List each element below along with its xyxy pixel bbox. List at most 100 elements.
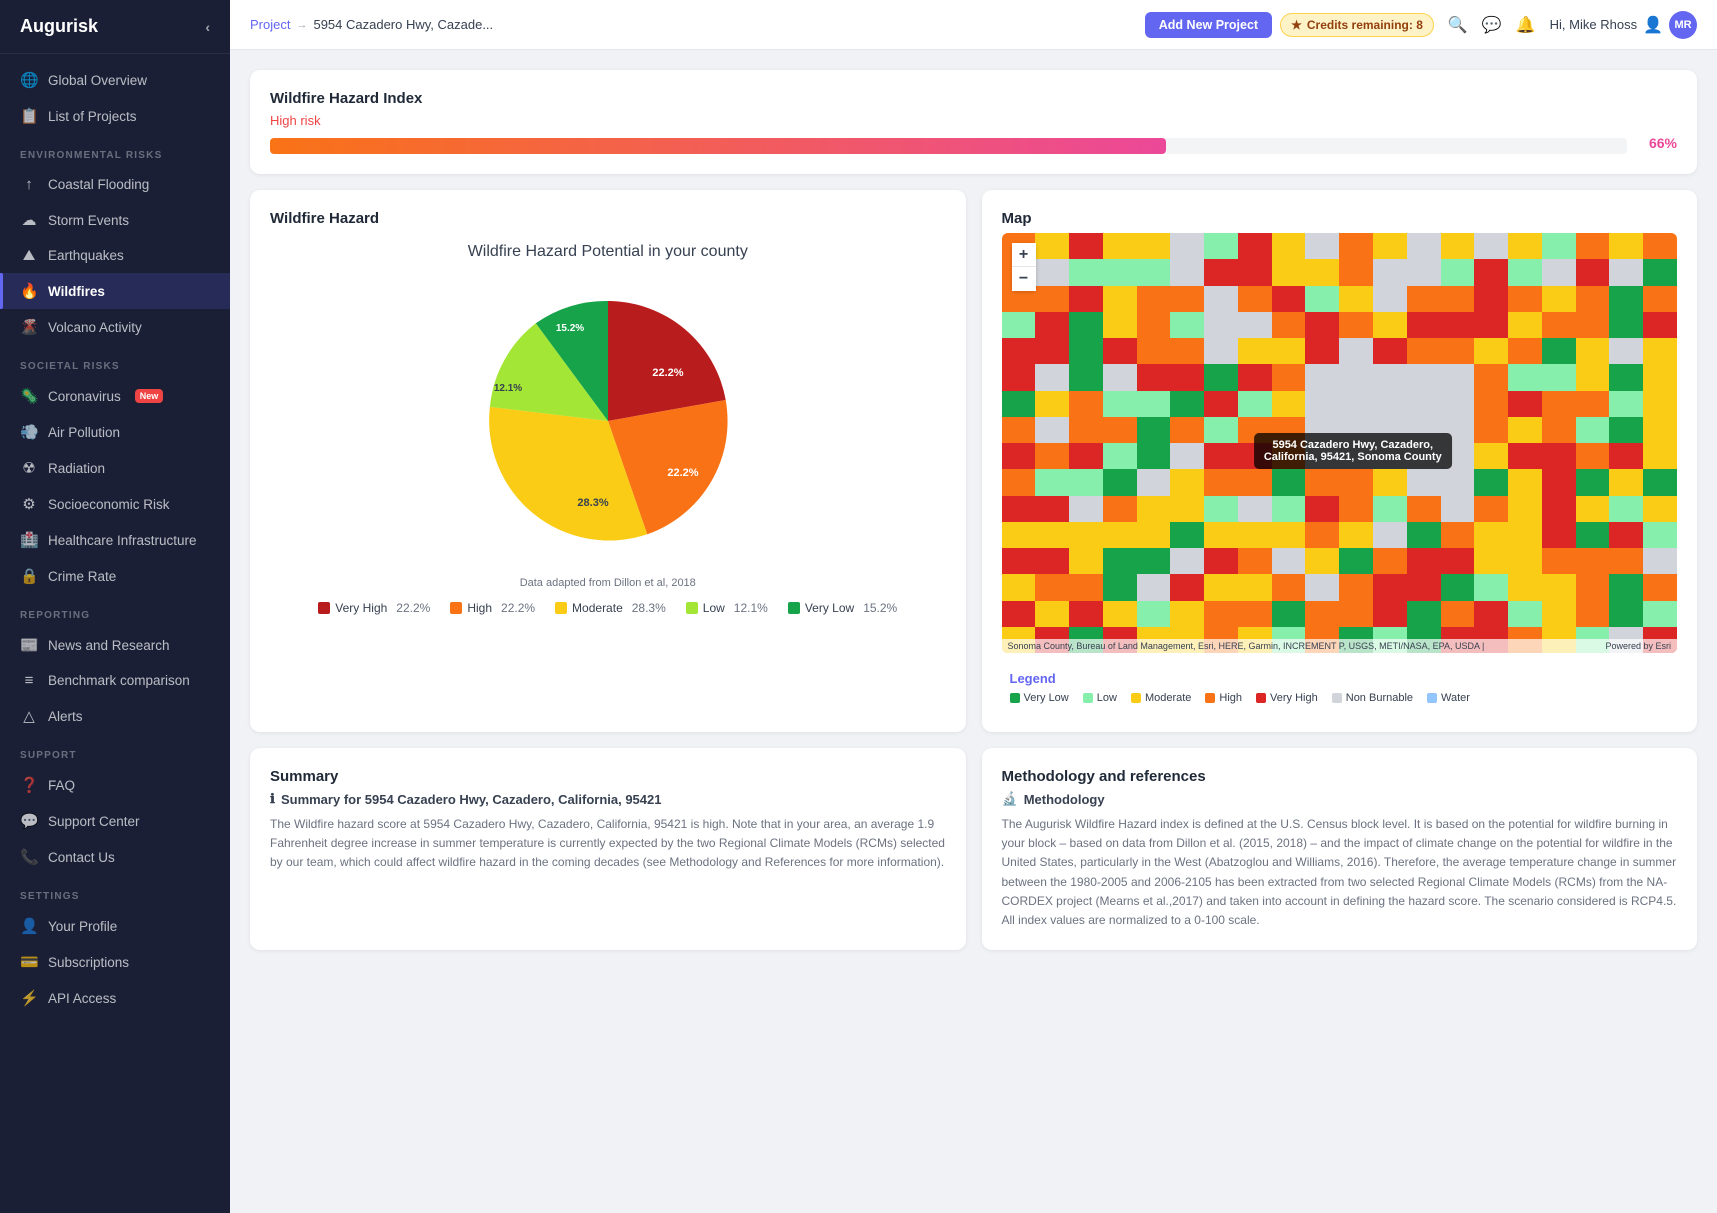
map-cell	[1474, 574, 1508, 600]
map-cell	[1542, 233, 1576, 259]
map-cell	[1373, 601, 1407, 627]
map-cell	[1609, 417, 1643, 443]
zoom-in-button[interactable]: +	[1012, 243, 1036, 267]
sidebar-item-label: List of Projects	[48, 109, 137, 124]
sidebar-item-your-profile[interactable]: 👤 Your Profile	[0, 908, 230, 944]
sidebar-item-socioeconomic-risk[interactable]: ⚙ Socioeconomic Risk	[0, 486, 230, 522]
sidebar-item-coastal-flooding[interactable]: ↑ Coastal Flooding	[0, 167, 230, 202]
sidebar-item-list-of-projects[interactable]: 📋 List of Projects	[0, 98, 230, 134]
sidebar-item-label: Coastal Flooding	[48, 177, 149, 192]
map-cell	[1035, 286, 1069, 312]
sidebar-item-api-access[interactable]: ⚡ API Access	[0, 980, 230, 1016]
map-legend-label-veryhigh: Very High	[1270, 692, 1318, 704]
zoom-out-button[interactable]: −	[1012, 267, 1036, 291]
map-cell	[1576, 364, 1610, 390]
sidebar-item-support-center[interactable]: 💬 Support Center	[0, 803, 230, 839]
map-cell	[1407, 417, 1441, 443]
map-cell	[1407, 259, 1441, 285]
map-cell	[1609, 601, 1643, 627]
bell-icon[interactable]: 🔔	[1516, 15, 1536, 35]
map-cell	[1542, 574, 1576, 600]
map-cell	[1474, 364, 1508, 390]
sidebar-item-volcano-activity[interactable]: 🌋 Volcano Activity	[0, 309, 230, 345]
map-cell	[1441, 443, 1475, 469]
map-cell	[1305, 496, 1339, 522]
map-cell	[1103, 364, 1137, 390]
map-cell	[1508, 574, 1542, 600]
map-cell	[1305, 469, 1339, 495]
map-cell	[1137, 233, 1171, 259]
map-cell	[1407, 522, 1441, 548]
sidebar-item-label: Volcano Activity	[48, 320, 142, 335]
sidebar-item-news-research[interactable]: 📰 News and Research	[0, 627, 230, 663]
legend-value-moderate: 28.3%	[632, 601, 666, 615]
sidebar-item-earthquakes[interactable]: ⛰ Earthquakes	[0, 238, 230, 273]
map-cell	[1204, 469, 1238, 495]
sidebar-item-crime-rate[interactable]: 🔒 Crime Rate	[0, 558, 230, 594]
map-grid	[1002, 233, 1678, 653]
sidebar-item-healthcare-infrastructure[interactable]: 🏥 Healthcare Infrastructure	[0, 522, 230, 558]
sidebar-item-radiation[interactable]: ☢ Radiation	[0, 450, 230, 486]
sidebar-item-label: API Access	[48, 991, 116, 1006]
map-cell	[1305, 417, 1339, 443]
map-cell	[1576, 522, 1610, 548]
info-icon: ℹ	[270, 791, 275, 807]
sidebar-item-label: Subscriptions	[48, 955, 129, 970]
map-legend-label-moderate: Moderate	[1145, 692, 1191, 704]
map-cell	[1238, 443, 1272, 469]
map-cell	[1609, 548, 1643, 574]
coronavirus-icon: 🦠	[20, 387, 38, 405]
breadcrumb-project[interactable]: Project	[250, 17, 290, 32]
map-legend-item-veryhigh: Very High	[1256, 692, 1318, 704]
sidebar-item-label: Storm Events	[48, 213, 129, 228]
map-container[interactable]: + − 5954 Cazadero Hwy, Cazadero,Californ…	[1002, 233, 1678, 653]
sidebar-item-alerts[interactable]: △ Alerts	[0, 698, 230, 734]
map-cell	[1137, 417, 1171, 443]
sidebar-item-storm-events[interactable]: ☁ Storm Events	[0, 202, 230, 238]
pie-label-moderate: 28.3%	[577, 497, 608, 509]
map-cell	[1407, 312, 1441, 338]
method-icon: 🔬	[1002, 791, 1018, 807]
map-cell	[1508, 391, 1542, 417]
pie-segment-veryhigh	[608, 301, 726, 421]
section-settings-label: SETTINGS	[0, 875, 230, 908]
legend-item-low: Low 12.1%	[686, 601, 768, 615]
add-project-button[interactable]: Add New Project	[1145, 12, 1272, 38]
map-cell	[1643, 574, 1677, 600]
sidebar-item-coronavirus[interactable]: 🦠 Coronavirus New	[0, 378, 230, 414]
map-cell	[1069, 443, 1103, 469]
sidebar-item-air-pollution[interactable]: 💨 Air Pollution	[0, 414, 230, 450]
map-cell	[1609, 443, 1643, 469]
map-cell	[1238, 548, 1272, 574]
map-cell	[1035, 312, 1069, 338]
map-cell	[1542, 312, 1576, 338]
map-cell	[1272, 574, 1306, 600]
sidebar-item-faq[interactable]: ❓ FAQ	[0, 767, 230, 803]
map-cell	[1103, 233, 1137, 259]
map-cell	[1542, 469, 1576, 495]
map-cell	[1474, 548, 1508, 574]
pie-chart-container: Wildfire Hazard Potential in your county	[270, 233, 946, 615]
collapse-icon[interactable]: ‹	[205, 19, 210, 35]
sidebar-item-subscriptions[interactable]: 💳 Subscriptions	[0, 944, 230, 980]
user-info[interactable]: Hi, Mike Rhoss 👤 MR	[1550, 11, 1697, 39]
map-cell	[1002, 417, 1036, 443]
sidebar-item-wildfires[interactable]: 🔥 Wildfires	[0, 273, 230, 309]
map-card: Map + − 5954 Cazadero Hwy, Cazadero,Cali…	[982, 190, 1698, 732]
search-icon[interactable]: 🔍	[1448, 15, 1468, 35]
map-legend-item-verylow: Very Low	[1010, 692, 1069, 704]
map-cell	[1170, 338, 1204, 364]
sidebar-item-label: Earthquakes	[48, 248, 124, 263]
sidebar-item-contact-us[interactable]: 📞 Contact Us	[0, 839, 230, 875]
map-cell	[1474, 443, 1508, 469]
chat-icon[interactable]: 💬	[1482, 15, 1502, 35]
legend-value-veryhigh: 22.2%	[396, 601, 430, 615]
sidebar-item-global-overview[interactable]: 🌐 Global Overview	[0, 62, 230, 98]
map-cell	[1103, 417, 1137, 443]
summary-card: Summary ℹ Summary for 5954 Cazadero Hwy,…	[250, 748, 966, 950]
map-cell	[1576, 443, 1610, 469]
map-cell	[1474, 522, 1508, 548]
map-cell	[1441, 286, 1475, 312]
sidebar-item-benchmark-comparison[interactable]: ≡ Benchmark comparison	[0, 663, 230, 698]
methodology-card: Methodology and references 🔬 Methodology…	[982, 748, 1698, 950]
